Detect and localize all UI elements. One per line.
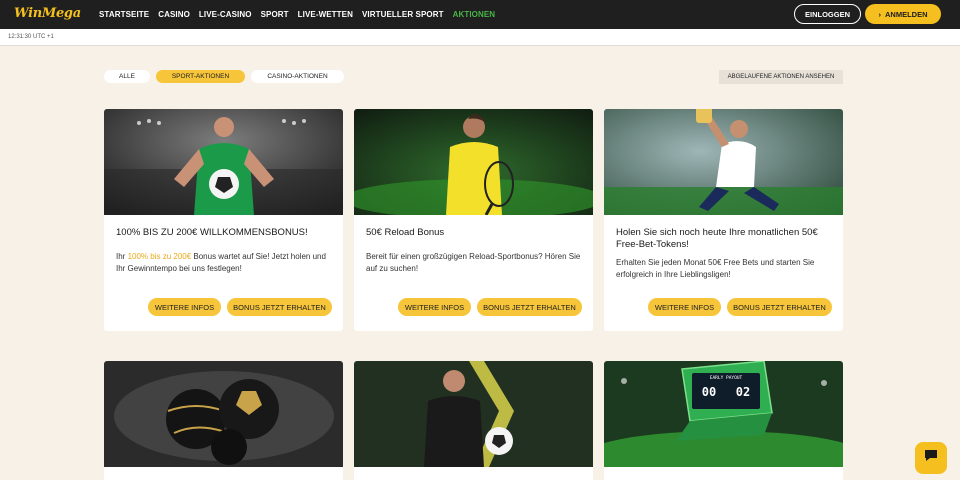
promo-card-soccer-cheer bbox=[354, 361, 593, 480]
promo-image-golden-balls bbox=[104, 361, 343, 467]
promo-highlight: 100% bis zu 200€ bbox=[127, 252, 192, 261]
get-bonus-button[interactable]: BONUS JETZT ERHALTEN bbox=[727, 298, 832, 316]
get-bonus-button[interactable]: BONUS JETZT ERHALTEN bbox=[477, 298, 582, 316]
scoreboard: EARLY PAYOUT 00 02 bbox=[692, 373, 760, 409]
promotion-filters: ALLE SPORT-AKTIONEN CASINO-AKTIONEN bbox=[104, 70, 344, 83]
promo-description: Bereit für einen großzügigen Reload-Spor… bbox=[366, 252, 581, 273]
nav-sport[interactable]: SPORT bbox=[261, 10, 289, 19]
login-button[interactable]: EINLOGGEN bbox=[794, 4, 861, 24]
winmega-logo[interactable]: WinMega bbox=[14, 6, 81, 21]
chevron-right-icon: › bbox=[878, 9, 882, 19]
time-bar: 12:31:30 UTC +1 bbox=[0, 29, 960, 46]
promo-description: Erhalten Sie jeden Monat 50€ Free Bets u… bbox=[616, 258, 815, 279]
get-bonus-button[interactable]: BONUS JETZT ERHALTEN bbox=[227, 298, 332, 316]
promo-image-soccer-trophy bbox=[604, 109, 843, 215]
scoreboard-label: EARLY PAYOUT bbox=[709, 376, 743, 381]
promo-image-soccer-player bbox=[104, 109, 343, 215]
promo-card-balls bbox=[104, 361, 343, 480]
away-score: 02 bbox=[735, 385, 751, 399]
nav-casino[interactable]: CASINO bbox=[158, 10, 190, 19]
filter-sport[interactable]: SPORT-AKTIONEN bbox=[156, 70, 245, 83]
chat-button[interactable] bbox=[915, 442, 947, 474]
home-score: 00 bbox=[701, 385, 717, 399]
promo-actions: WEITERE INFOS BONUS JETZT ERHALTEN bbox=[648, 298, 832, 316]
nav-virtueller-sport[interactable]: VIRTUELLER SPORT bbox=[362, 10, 444, 19]
chat-bubble-icon bbox=[924, 449, 938, 467]
promo-actions: WEITERE INFOS BONUS JETZT ERHALTEN bbox=[398, 298, 582, 316]
promo-image-cheering-player bbox=[354, 361, 593, 467]
filter-all[interactable]: ALLE bbox=[104, 70, 150, 83]
promo-title: 100% BIS ZU 200€ WILLKOMMENSBONUS! bbox=[116, 227, 308, 238]
nav-live-wetten[interactable]: LIVE-WETTEN bbox=[298, 10, 353, 19]
nav-aktionen[interactable]: AKTIONEN bbox=[453, 10, 496, 19]
more-info-button[interactable]: WEITERE INFOS bbox=[648, 298, 721, 316]
promo-card-free-bets: Holen Sie sich noch heute Ihre monatlich… bbox=[604, 109, 843, 331]
promo-title: Holen Sie sich noch heute Ihre monatlich… bbox=[616, 227, 818, 250]
register-button[interactable]: › ANMELDEN bbox=[865, 4, 941, 24]
more-info-button[interactable]: WEITERE INFOS bbox=[148, 298, 221, 316]
promo-description: Ihr 100% bis zu 200€ Bonus wartet auf Si… bbox=[116, 252, 326, 273]
promo-title: 50€ Reload Bonus bbox=[366, 227, 445, 238]
top-navigation-bar: WinMega STARTSEITE CASINO LIVE-CASINO SP… bbox=[0, 0, 960, 29]
promo-card-welcome: 100% BIS ZU 200€ WILLKOMMENSBONUS! Ihr 1… bbox=[104, 109, 343, 331]
clock: 12:31:30 UTC +1 bbox=[8, 34, 54, 40]
more-info-button[interactable]: WEITERE INFOS bbox=[398, 298, 471, 316]
promo-card-early-payout: EARLY PAYOUT 00 02 bbox=[604, 361, 843, 480]
main-nav: STARTSEITE CASINO LIVE-CASINO SPORT LIVE… bbox=[99, 0, 504, 29]
expired-promotions-button[interactable]: ABGELAUFENE AKTIONEN ANSEHEN bbox=[719, 70, 843, 84]
promo-card-reload: 50€ Reload Bonus Bereit für einen großzü… bbox=[354, 109, 593, 331]
promo-image-tennis-player bbox=[354, 109, 593, 215]
filter-casino[interactable]: CASINO-AKTIONEN bbox=[251, 70, 344, 83]
nav-live-casino[interactable]: LIVE-CASINO bbox=[199, 10, 252, 19]
nav-startseite[interactable]: STARTSEITE bbox=[99, 10, 149, 19]
promo-actions: WEITERE INFOS BONUS JETZT ERHALTEN bbox=[148, 298, 332, 316]
register-button-label: ANMELDEN bbox=[885, 9, 928, 19]
